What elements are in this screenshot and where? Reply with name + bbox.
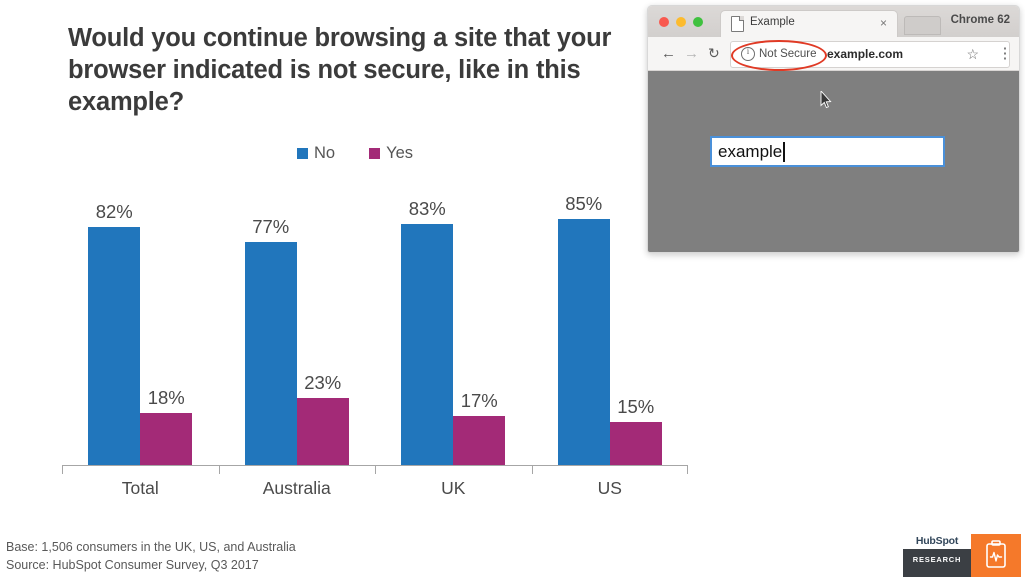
hubspot-wordmark: HubSpot	[915, 535, 959, 547]
info-circle-icon	[741, 46, 755, 61]
page-title: Would you continue browsing a site that …	[68, 24, 612, 117]
window-zoom-button[interactable]	[693, 17, 703, 27]
tab-title-label: Example	[750, 16, 795, 28]
category-label-us: US	[597, 478, 622, 498]
legend-label-yes: Yes	[386, 144, 413, 162]
back-arrow-icon[interactable]: ←	[661, 45, 676, 62]
not-secure-label: Not Secure	[759, 48, 817, 60]
bar-total-no: 82%	[88, 175, 141, 465]
legend-item-no: No	[296, 144, 336, 163]
new-tab-button[interactable]	[904, 16, 941, 35]
clipboard-chart-icon	[986, 540, 1006, 568]
chart-legend: No Yes	[0, 144, 710, 163]
forward-arrow-icon[interactable]: →	[684, 45, 699, 62]
bar-value-label: 85%	[565, 192, 603, 214]
axis-tick	[531, 465, 533, 474]
bar-rect	[296, 398, 349, 465]
bar-total-yes: 18%	[140, 175, 193, 465]
legend-item-yes: Yes	[369, 144, 413, 163]
bar-rect	[401, 224, 454, 465]
logo-research-block: RESEARCH	[903, 549, 971, 577]
text-caret	[783, 142, 785, 162]
mouse-pointer-icon	[820, 91, 832, 109]
category-label-australia: Australia	[262, 478, 331, 498]
bar-value-label: 77%	[252, 215, 290, 237]
axis-tick	[218, 465, 220, 474]
legend-swatch-no	[296, 148, 308, 159]
bar-uk-yes: 17%	[453, 175, 506, 465]
axis-tick	[687, 465, 688, 474]
footer-base-line: Base: 1,506 consumers in the UK, US, and…	[6, 540, 296, 554]
example-text-input[interactable]: example	[710, 136, 945, 167]
bookmark-star-icon[interactable]: ☆	[966, 46, 979, 63]
reload-icon[interactable]: ↻	[708, 45, 720, 62]
bar-uk-no: 83%	[401, 175, 454, 465]
tab-close-icon[interactable]: ×	[880, 17, 887, 29]
browser-toolbar: ← → ↻ Not Secure example.com ☆ ⋮	[648, 37, 1019, 71]
bar-chart: No Yes 82% 18% 77% 23% 83% 17% 85% 15% Total Aus…	[0, 140, 710, 510]
bar-value-label: 18%	[147, 386, 185, 408]
window-minimize-button[interactable]	[676, 17, 686, 27]
axis-tick	[62, 465, 63, 474]
browser-page-content: example	[648, 71, 1019, 252]
page-document-icon	[731, 15, 745, 32]
security-status-indicator[interactable]: Not Secure	[741, 46, 817, 61]
category-label-total: Total	[121, 478, 159, 498]
bar-rect	[453, 415, 506, 465]
bar-value-label: 23%	[304, 372, 342, 394]
logo-orange-block	[971, 534, 1021, 577]
overflow-menu-icon[interactable]: ⋮	[997, 46, 1013, 62]
axis-tick	[375, 465, 376, 474]
bar-value-label: 83%	[408, 198, 446, 220]
footer-source-line: Source: HubSpot Consumer Survey, Q3 2017	[6, 558, 259, 573]
bar-australia-no: 77%	[244, 175, 297, 465]
legend-label-no: No	[313, 144, 336, 162]
bar-value-label: 82%	[95, 201, 133, 223]
bar-value-label: 17%	[460, 389, 498, 411]
logo-left-block: HubSpot RESEARCH	[903, 534, 971, 577]
example-input-value: example	[718, 142, 783, 161]
footer-note: Base: 1,506 consumers in the UK, US, and…	[6, 538, 296, 574]
browser-tab[interactable]: Example ×	[720, 10, 898, 38]
browser-window-mockup: Example × Chrome 62 ← → ↻ Not Secure exa…	[647, 5, 1020, 253]
bar-value-label: 15%	[617, 395, 655, 417]
bar-us-no: 85%	[557, 175, 610, 465]
bar-rect	[557, 218, 610, 465]
chart-plot-area: 82% 18% 77% 23% 83% 17% 85% 15%	[62, 175, 688, 465]
browser-tab-bar: Example × Chrome 62	[648, 6, 1019, 38]
window-close-button[interactable]	[659, 17, 669, 27]
category-label-uk: UK	[441, 478, 466, 498]
address-bar[interactable]: Not Secure example.com ☆ ⋮	[730, 41, 1013, 68]
url-text: example.com	[827, 47, 904, 61]
legend-swatch-yes	[369, 148, 381, 159]
bar-rect	[609, 421, 662, 465]
hubspot-research-logo: HubSpot RESEARCH	[903, 534, 1021, 577]
bar-rect	[244, 241, 297, 465]
bar-australia-yes: 23%	[296, 175, 349, 465]
chrome-version-label: Chrome 62	[950, 14, 1010, 26]
bar-rect	[88, 227, 141, 465]
bar-rect	[140, 412, 193, 465]
logo-research-label: RESEARCH	[912, 555, 962, 564]
